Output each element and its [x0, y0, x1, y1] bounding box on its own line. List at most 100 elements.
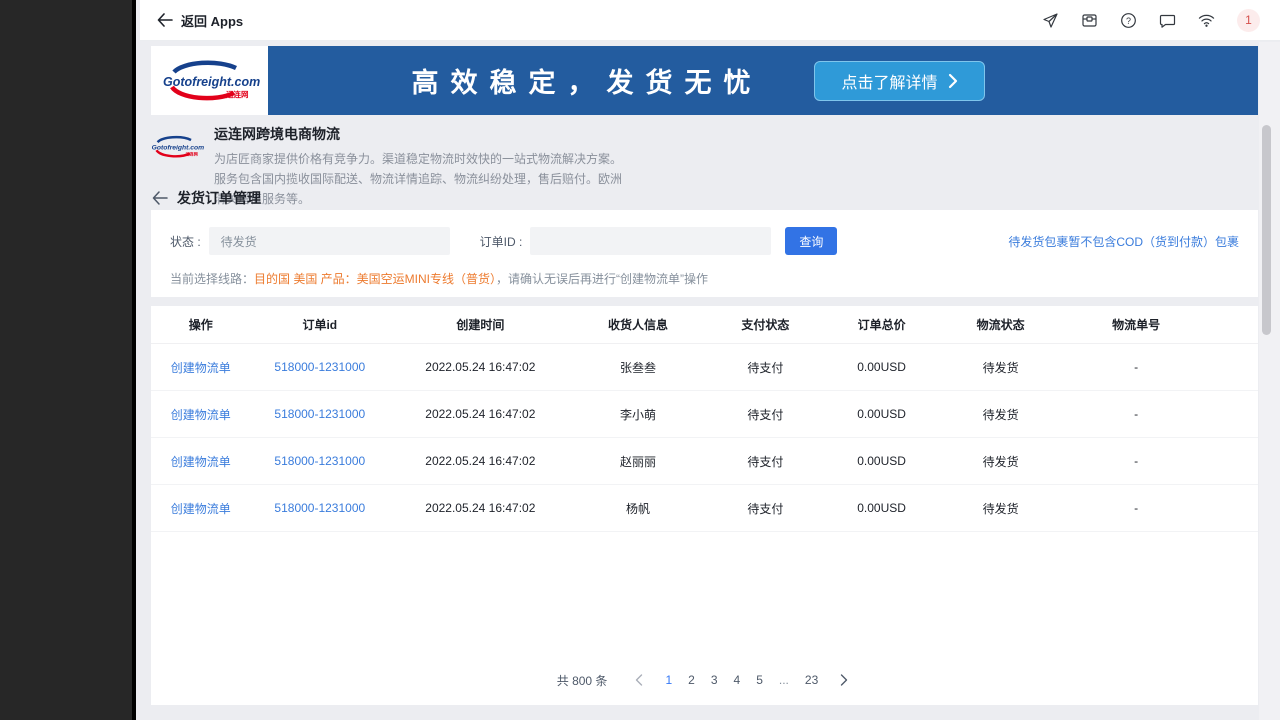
- table-row: 创建物流单 518000-1231000 2022.05.24 16:47:02…: [151, 391, 1258, 438]
- page-number[interactable]: 4: [726, 671, 749, 689]
- topbar: 返回 Apps ? 1: [140, 0, 1280, 41]
- receiver-name: 李小萌: [620, 407, 657, 422]
- left-dark-panel: [0, 0, 136, 720]
- order-id-link[interactable]: 518000-1231000: [274, 360, 365, 374]
- next-page-button[interactable]: [836, 674, 852, 686]
- help-icon[interactable]: ?: [1120, 12, 1137, 29]
- created-at: 2022.05.24 16:47:02: [425, 501, 536, 515]
- column-header: 支付状态: [741, 318, 790, 332]
- tracking-no: -: [1134, 407, 1139, 421]
- banner-headline: 高效稳定，发货无忧: [411, 68, 763, 98]
- banner-cta-label: 点击了解详情: [841, 74, 938, 92]
- table-row: 创建物流单 518000-1231000 2022.05.24 16:47:02…: [151, 344, 1258, 391]
- topbar-icons: ? 1: [1042, 8, 1260, 32]
- svg-text:Gotofreight.com: Gotofreight.com: [152, 145, 204, 152]
- tracking-no: -: [1134, 360, 1139, 374]
- chevron-right-icon: [841, 674, 848, 686]
- order-id-link[interactable]: 518000-1231000: [274, 454, 365, 468]
- logistics-status: 待发货: [982, 454, 1019, 469]
- banner-logo-box: Gotofreight.com 运连网: [151, 46, 268, 115]
- order-total: 0.00USD: [857, 360, 906, 374]
- chevron-left-icon: [636, 674, 643, 686]
- service-description: 为店匠商家提供价格有竞争力。渠道稳定物流时效快的一站式物流解决方案。服务包含国内…: [214, 152, 623, 206]
- route-prefix: 当前选择线路：: [170, 272, 255, 286]
- page-number[interactable]: 5: [748, 671, 771, 689]
- order-total: 0.00USD: [857, 501, 906, 515]
- chat-icon[interactable]: [1159, 12, 1176, 29]
- page-numbers: 1 2 3 4 5... 23: [657, 671, 826, 689]
- route-highlight: 目的国 美国 产品：美国空运MINI专线（普货）: [254, 272, 497, 286]
- column-header: 收货人信息: [608, 318, 669, 332]
- create-logistics-link[interactable]: 创建物流单: [171, 455, 231, 469]
- status-select[interactable]: 待发货: [208, 227, 450, 255]
- page-number[interactable]: 3: [703, 671, 726, 689]
- created-at: 2022.05.24 16:47:02: [425, 407, 536, 421]
- column-header: 操作: [188, 318, 213, 332]
- pay-status: 待支付: [747, 360, 784, 375]
- banner-cta-button[interactable]: 点击了解详情: [814, 60, 985, 101]
- page-number[interactable]: ...: [771, 671, 797, 689]
- cod-notice-link[interactable]: 待发货包裹暂不包含COD（货到付款）包裹: [1008, 233, 1239, 250]
- svg-text:运连网: 运连网: [226, 89, 249, 99]
- logistics-status: 待发货: [982, 407, 1019, 422]
- filter-card: 状态 : 待发货 订单ID : 查询 待发货包裹暂不包含COD（货到付款）包裹 …: [151, 210, 1258, 297]
- logistics-status: 待发货: [982, 360, 1019, 375]
- logistics-status: 待发货: [982, 501, 1019, 516]
- arrow-left-icon: [156, 12, 173, 29]
- page-number[interactable]: 2: [680, 671, 703, 689]
- column-header: 物流单号: [1112, 318, 1161, 332]
- promo-banner[interactable]: Gotofreight.com 运连网 高效稳定，发货无忧 点击了解详情: [151, 46, 1258, 115]
- tracking-no: -: [1134, 501, 1139, 515]
- svg-text:?: ?: [1126, 16, 1131, 26]
- search-button[interactable]: 查询: [785, 227, 838, 255]
- receiver-name: 赵丽丽: [620, 454, 657, 469]
- receiver-name: 杨帆: [626, 501, 651, 516]
- order-id-link[interactable]: 518000-1231000: [274, 501, 365, 515]
- created-at: 2022.05.24 16:47:02: [425, 454, 536, 468]
- order-id-label: 订单ID :: [479, 234, 523, 249]
- route-suffix: ，请确认无误后再进行“创建物流单”操作: [496, 272, 709, 286]
- page-number[interactable]: 1: [657, 671, 680, 689]
- scrollbar-track[interactable]: [1259, 42, 1280, 720]
- gotofreight-logo-small: Gotofreight.com 运连网: [152, 135, 204, 158]
- gotofreight-logo: Gotofreight.com 运连网: [163, 59, 260, 100]
- order-id-link[interactable]: 518000-1231000: [274, 407, 365, 421]
- column-header: 订单总价: [857, 318, 906, 332]
- wifi-icon[interactable]: [1198, 12, 1215, 29]
- page-head: 发货订单管理: [151, 188, 261, 208]
- service-title: 运连网跨境电商物流: [214, 126, 340, 142]
- svg-text:运连网: 运连网: [186, 151, 198, 157]
- create-logistics-link[interactable]: 创建物流单: [171, 408, 231, 422]
- service-intro: Gotofreight.com 运连网 运连网跨境电商物流 为店匠商家提供价格有…: [150, 124, 1050, 209]
- banner-body: 高效稳定，发货无忧 点击了解详情: [268, 46, 1258, 115]
- back-to-apps-button[interactable]: 返回 Apps: [156, 11, 243, 30]
- table-row: 创建物流单 518000-1231000 2022.05.24 16:47:02…: [151, 485, 1258, 532]
- storage-icon[interactable]: [1081, 12, 1098, 29]
- scrollbar-thumb[interactable]: [1262, 125, 1271, 335]
- table-row: 创建物流单 518000-1231000 2022.05.24 16:47:02…: [151, 438, 1258, 485]
- back-label: 返回 Apps: [181, 13, 244, 29]
- column-header: 订单id: [302, 318, 338, 332]
- receiver-name: 张叁叁: [620, 360, 657, 375]
- created-at: 2022.05.24 16:47:02: [425, 360, 536, 374]
- page-number[interactable]: 23: [797, 671, 826, 689]
- create-logistics-link[interactable]: 创建物流单: [171, 502, 231, 516]
- column-header: 创建时间: [456, 318, 505, 332]
- pagination: 共 800 条 1 2 3 4 5... 23: [151, 671, 1258, 689]
- pay-status: 待支付: [747, 407, 784, 422]
- table-body: 创建物流单 518000-1231000 2022.05.24 16:47:02…: [151, 344, 1258, 532]
- route-line: 当前选择线路：目的国 美国 产品：美国空运MINI专线（普货），请确认无误后再进…: [170, 270, 1239, 287]
- notification-badge[interactable]: 1: [1237, 8, 1260, 32]
- column-header: 物流状态: [976, 318, 1025, 332]
- prev-page-button[interactable]: [631, 674, 647, 686]
- svg-text:Gotofreight.com: Gotofreight.com: [163, 75, 260, 89]
- orders-table-card: 操作 订单id 创建时间 收货人信息 支付状态 订单总价 物流状态 物流单号 创建物流单 51…: [151, 306, 1258, 705]
- pay-status: 待支付: [747, 454, 784, 469]
- send-icon[interactable]: [1042, 12, 1059, 29]
- back-arrow-icon[interactable]: [151, 190, 168, 207]
- status-label: 状态 :: [170, 234, 201, 249]
- page-title: 发货订单管理: [177, 190, 261, 206]
- order-id-input[interactable]: [530, 227, 772, 255]
- create-logistics-link[interactable]: 创建物流单: [171, 361, 231, 375]
- order-total: 0.00USD: [857, 407, 906, 421]
